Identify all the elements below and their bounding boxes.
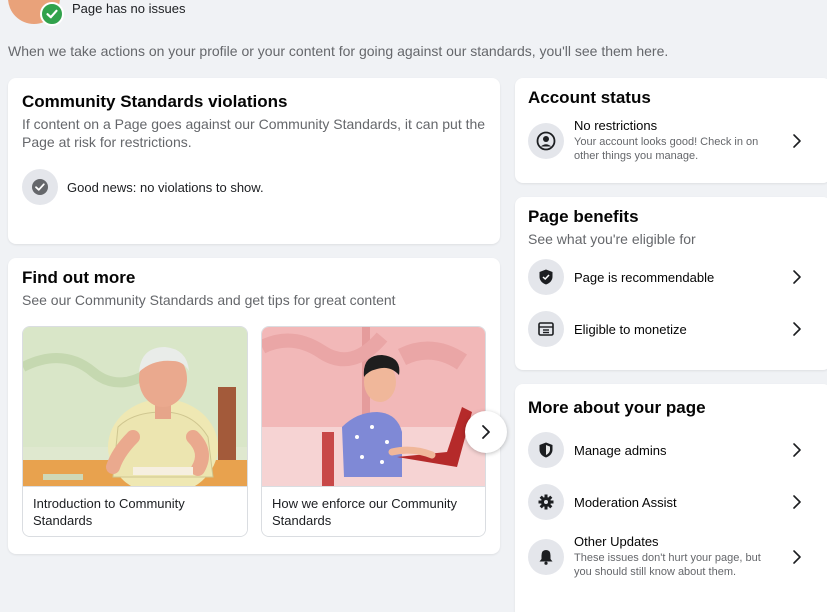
more-about-card: More about your page Manage admins Moder… (515, 384, 827, 612)
tile-introduction-caption: Introduction to Community Standards (23, 486, 247, 536)
chevron-right-icon (482, 425, 490, 439)
violations-description: If content on a Page goes against our Co… (22, 116, 486, 150)
check-icon (40, 2, 64, 26)
violations-title: Community Standards violations (22, 92, 288, 111)
gear-icon (528, 484, 564, 520)
chevron-right-icon (793, 495, 801, 509)
more-item-manage-admins[interactable]: Manage admins (528, 432, 818, 468)
account-status-card: Account status No restrictions Your acco… (515, 78, 827, 183)
tile-enforcement-caption: How we enforce our Community Standards (262, 486, 485, 536)
shield-icon (528, 432, 564, 468)
violations-status-text: Good news: no violations to show. (67, 179, 264, 195)
shield-icon (528, 259, 564, 295)
page-benefits-card: Page benefits See what you're eligible f… (515, 197, 827, 370)
chevron-right-icon (793, 322, 801, 336)
page-benefits-subtitle: See what you're eligible for (528, 231, 696, 247)
tile-enforcement[interactable]: How we enforce our Community Standards (261, 326, 486, 537)
benefit-item-monetize[interactable]: Eligible to monetize (528, 311, 818, 347)
elderly-man-illustration (23, 327, 247, 488)
intro-text: When we take actions on your profile or … (8, 43, 669, 59)
benefit-item-label: Page is recommendable (574, 269, 715, 285)
chevron-right-icon (793, 270, 801, 284)
violations-status: Good news: no violations to show. (22, 169, 486, 205)
bell-icon (528, 538, 564, 575)
page-benefits-title: Page benefits (528, 207, 639, 226)
more-item-label: Manage admins (574, 442, 667, 458)
violations-card: Community Standards violations If conten… (8, 78, 500, 244)
account-status-title: Account status (528, 88, 651, 107)
account-status-description: Your account looks good! Check in on oth… (574, 136, 759, 162)
more-about-title: More about your page (528, 398, 706, 417)
more-item-label: Other Updates (574, 534, 659, 549)
woman-laptop-illustration (262, 327, 485, 488)
chevron-right-icon (793, 133, 801, 148)
more-item-moderation-assist[interactable]: Moderation Assist (528, 484, 818, 520)
page-status-text: Page has no issues (72, 1, 186, 16)
user-circle-icon (528, 122, 564, 159)
chevron-right-icon (793, 443, 801, 457)
account-status-row[interactable]: No restrictions Your account looks good!… (528, 118, 818, 163)
benefit-item-recommendable[interactable]: Page is recommendable (528, 259, 818, 295)
carousel-next-button[interactable] (465, 411, 507, 453)
more-item-other-updates[interactable]: Other Updates These issues don't hurt yo… (528, 534, 818, 579)
benefit-item-label: Eligible to monetize (574, 321, 687, 337)
tile-introduction[interactable]: Introduction to Community Standards (22, 326, 248, 537)
find-out-more-subtitle: See our Community Standards and get tips… (22, 292, 396, 308)
more-item-label: Moderation Assist (574, 494, 677, 510)
check-circle-icon (22, 169, 58, 205)
account-status-label: No restrictions (574, 118, 658, 133)
more-item-description: These issues don't hurt your page, but y… (574, 552, 761, 578)
find-out-more-title: Find out more (22, 268, 136, 287)
monetize-icon (528, 311, 564, 347)
chevron-right-icon (793, 549, 801, 564)
